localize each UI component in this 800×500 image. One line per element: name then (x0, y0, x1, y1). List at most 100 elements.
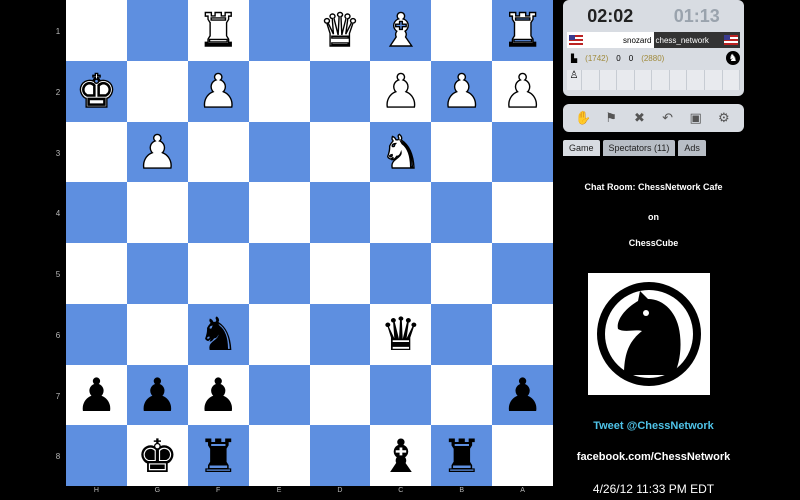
board-square[interactable] (66, 182, 127, 243)
board-square[interactable] (309, 121, 371, 183)
board-square[interactable] (492, 425, 553, 486)
board-square[interactable] (431, 182, 493, 243)
black-rook-icon[interactable]: ♜ (441, 433, 482, 479)
board-square[interactable]: ♛ (370, 303, 432, 365)
board-square[interactable] (126, 0, 188, 61)
white-bishop-icon[interactable]: ♝ (379, 7, 422, 54)
board-square[interactable] (126, 182, 188, 243)
facebook-link[interactable]: facebook.com/ChessNetwork (561, 451, 746, 463)
board-square[interactable]: ♟ (492, 60, 553, 122)
tab-ads[interactable]: Ads (678, 140, 706, 156)
white-queen-icon[interactable]: ♛ (319, 7, 362, 54)
board-square[interactable] (309, 364, 371, 426)
black-king-icon[interactable]: ♚ (137, 433, 178, 479)
board-square[interactable] (126, 303, 188, 365)
undo-icon[interactable]: ↶ (658, 108, 678, 128)
board-square[interactable]: ♜ (187, 425, 249, 486)
twitter-link[interactable]: Tweet @ChessNetwork (561, 420, 746, 432)
flag-icon[interactable]: ⚑ (601, 108, 621, 128)
board-square[interactable]: ♞ (370, 121, 432, 183)
board-square[interactable] (66, 243, 127, 304)
offer-draw-icon[interactable]: ✋ (573, 108, 593, 128)
close-icon[interactable]: ✖ (629, 108, 649, 128)
board-square[interactable] (187, 121, 249, 183)
board-square[interactable] (431, 0, 493, 61)
board-square[interactable] (126, 60, 188, 122)
board-square[interactable] (248, 364, 310, 426)
board-square[interactable] (248, 60, 310, 122)
board-square[interactable] (431, 243, 493, 304)
board-square[interactable] (248, 243, 310, 304)
board-square[interactable] (492, 121, 553, 183)
board-square[interactable] (309, 60, 371, 122)
black-pawn-icon[interactable]: ♟ (76, 372, 117, 418)
board-square[interactable] (309, 182, 371, 243)
board-square[interactable] (187, 182, 249, 243)
black-rook-icon[interactable]: ♜ (198, 433, 239, 479)
white-king-icon[interactable]: ♚ (75, 67, 118, 114)
board-square[interactable] (66, 121, 127, 183)
board-square[interactable] (66, 425, 127, 486)
board-square[interactable]: ♟ (187, 364, 249, 426)
black-queen-icon[interactable]: ♛ (380, 311, 421, 357)
black-pawn-icon[interactable]: ♟ (137, 372, 178, 418)
board-square[interactable]: ♜ (187, 0, 249, 61)
white-pawn-icon[interactable]: ♟ (440, 67, 483, 114)
opponent-name-cell[interactable]: chess_network (653, 32, 740, 48)
board-square[interactable] (248, 121, 310, 183)
board-square[interactable]: ♚ (66, 60, 127, 122)
white-pawn-icon[interactable]: ♟ (197, 67, 240, 114)
chessnetwork-logo (588, 273, 710, 395)
white-knight-icon[interactable]: ♞ (379, 128, 422, 175)
board-square[interactable] (66, 303, 127, 365)
player-name-cell[interactable]: snozard (567, 32, 654, 48)
tab-game[interactable]: Game (563, 140, 600, 156)
board-square[interactable] (492, 182, 553, 243)
board-square[interactable] (492, 303, 553, 365)
board-square[interactable]: ♜ (492, 0, 553, 61)
board-square[interactable] (370, 243, 432, 304)
board-square[interactable] (66, 0, 127, 61)
board-square[interactable] (187, 243, 249, 304)
black-knight-icon[interactable]: ♞ (198, 311, 239, 357)
black-bishop-icon[interactable]: ♝ (380, 433, 421, 479)
board-square[interactable]: ♟ (66, 364, 127, 426)
board-square[interactable] (370, 364, 432, 426)
board-square[interactable] (309, 425, 371, 486)
board-square[interactable] (431, 303, 493, 365)
board-square[interactable]: ♟ (370, 60, 432, 122)
board-square[interactable]: ♟ (126, 121, 188, 183)
board-square[interactable] (370, 182, 432, 243)
board-square[interactable]: ♚ (126, 425, 188, 486)
board-square[interactable] (248, 425, 310, 486)
board-square[interactable]: ♞ (187, 303, 249, 365)
white-rook-icon[interactable]: ♜ (501, 7, 544, 54)
board-square[interactable]: ♟ (126, 364, 188, 426)
board-square[interactable]: ♟ (187, 60, 249, 122)
board-square[interactable] (248, 182, 310, 243)
black-pawn-icon[interactable]: ♟ (198, 372, 239, 418)
black-pawn-icon[interactable]: ♟ (502, 372, 543, 418)
board-square[interactable] (248, 0, 310, 61)
settings-icon[interactable]: ⚙ (714, 108, 734, 128)
board-square[interactable]: ♟ (492, 364, 553, 426)
board-square[interactable]: ♟ (431, 60, 493, 122)
board-square[interactable] (309, 303, 371, 365)
board-square[interactable]: ♝ (370, 425, 432, 486)
chess-board[interactable]: ♜ ♛ ♝ ♜ ♚ ♟ ♟ ♟ ♟ ♟ ♞ ♞ ♛ ♟ ♟ ♟ ♟ ♚ ♜ ♝ ♜ (66, 0, 553, 486)
board-square[interactable] (126, 243, 188, 304)
white-pawn-icon[interactable]: ♟ (379, 67, 422, 114)
save-icon[interactable]: ▣ (686, 108, 706, 128)
board-square[interactable]: ♛ (309, 0, 371, 61)
board-square[interactable]: ♝ (370, 0, 432, 61)
white-pawn-icon[interactable]: ♟ (501, 67, 544, 114)
board-square[interactable]: ♜ (431, 425, 493, 486)
white-rook-icon[interactable]: ♜ (197, 7, 240, 54)
white-pawn-icon[interactable]: ♟ (136, 128, 179, 175)
tab-spectators[interactable]: Spectators (11) (602, 140, 676, 156)
board-square[interactable] (492, 243, 553, 304)
board-square[interactable] (248, 303, 310, 365)
board-square[interactable] (431, 364, 493, 426)
board-square[interactable] (431, 121, 493, 183)
board-square[interactable] (309, 243, 371, 304)
